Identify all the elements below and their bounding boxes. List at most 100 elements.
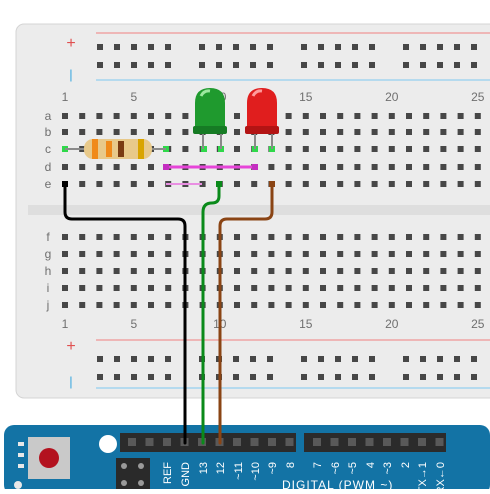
header-pin[interactable] [268, 438, 276, 446]
breadboard-hole[interactable] [423, 181, 430, 187]
breadboard-hole[interactable] [148, 113, 154, 119]
rail-hole[interactable] [250, 44, 256, 50]
breadboard-hole[interactable] [182, 129, 189, 135]
breadboard-hole[interactable] [251, 285, 258, 291]
breadboard-hole[interactable] [165, 285, 172, 291]
breadboard-hole[interactable] [234, 251, 240, 257]
rail-hole[interactable] [301, 62, 307, 68]
breadboard-hole[interactable] [113, 302, 120, 308]
breadboard-hole[interactable] [130, 302, 137, 308]
breadboard-hole[interactable] [354, 164, 361, 170]
rail-hole[interactable] [250, 356, 256, 362]
breadboard-hole[interactable] [113, 164, 120, 170]
breadboard-hole[interactable] [388, 181, 395, 187]
rail-hole[interactable] [114, 44, 120, 50]
rail-hole[interactable] [233, 356, 239, 362]
breadboard-hole[interactable] [96, 268, 103, 274]
header-pin[interactable] [250, 438, 259, 446]
rail-hole[interactable] [114, 62, 120, 68]
breadboard-hole[interactable] [440, 129, 447, 135]
rail-hole[interactable] [301, 44, 307, 50]
breadboard-hole[interactable] [113, 268, 120, 274]
rail-hole[interactable] [437, 62, 443, 68]
breadboard-hole[interactable] [251, 251, 258, 257]
breadboard-hole[interactable] [96, 113, 103, 119]
breadboard-hole[interactable] [423, 302, 430, 308]
rail-hole[interactable] [318, 62, 324, 68]
breadboard-hole[interactable] [337, 181, 344, 187]
breadboard-hole[interactable] [130, 164, 137, 170]
rail-hole[interactable] [267, 356, 273, 362]
breadboard-hole[interactable] [302, 285, 309, 291]
breadboard-hole[interactable] [96, 251, 103, 257]
breadboard-hole[interactable] [79, 164, 86, 170]
breadboard-hole[interactable] [371, 146, 378, 152]
breadboard-hole[interactable] [474, 181, 481, 187]
breadboard-hole[interactable] [423, 164, 430, 170]
breadboard-hole[interactable] [234, 268, 240, 274]
breadboard-hole[interactable] [79, 113, 86, 119]
breadboard-hole[interactable] [354, 268, 361, 274]
breadboard-hole[interactable] [337, 164, 344, 170]
breadboard-hole[interactable] [320, 234, 326, 240]
breadboard-hole[interactable] [182, 113, 189, 119]
breadboard-hole[interactable] [423, 251, 430, 257]
breadboard-hole[interactable] [337, 251, 344, 257]
rail-hole[interactable] [454, 356, 460, 362]
breadboard-hole[interactable] [285, 164, 292, 170]
header-pin[interactable] [348, 438, 356, 446]
breadboard-hole[interactable] [130, 268, 137, 274]
header-pin[interactable] [330, 438, 339, 446]
rail-hole[interactable] [148, 374, 154, 380]
breadboard-hole[interactable] [130, 181, 137, 187]
breadboard-hole[interactable] [423, 146, 430, 152]
header-pin[interactable] [145, 438, 154, 446]
breadboard-hole[interactable] [302, 146, 309, 152]
breadboard-hole[interactable] [251, 234, 258, 240]
breadboard-hole[interactable] [320, 251, 326, 257]
breadboard-hole[interactable] [79, 181, 86, 187]
breadboard-hole[interactable] [371, 251, 378, 257]
breadboard-hole[interactable] [302, 181, 309, 187]
breadboard-hole[interactable] [354, 113, 361, 119]
rail-hole[interactable] [216, 44, 222, 50]
breadboard-hole[interactable] [268, 251, 275, 257]
rail-hole[interactable] [165, 44, 171, 50]
rail-hole[interactable] [369, 356, 375, 362]
breadboard-hole[interactable] [302, 129, 309, 135]
breadboard-hole[interactable] [165, 234, 172, 240]
breadboard-hole[interactable] [423, 113, 430, 119]
rail-hole[interactable] [114, 374, 120, 380]
breadboard-hole[interactable] [337, 129, 344, 135]
breadboard-hole[interactable] [148, 285, 154, 291]
breadboard-hole[interactable] [440, 113, 447, 119]
breadboard-hole[interactable] [148, 181, 154, 187]
breadboard-hole[interactable] [285, 181, 292, 187]
breadboard-hole[interactable] [148, 268, 154, 274]
breadboard-hole[interactable] [165, 113, 172, 119]
breadboard-hole[interactable] [302, 268, 309, 274]
breadboard-hole[interactable] [130, 113, 137, 119]
rail-hole[interactable] [437, 44, 443, 50]
rail-hole[interactable] [301, 374, 307, 380]
breadboard-hole[interactable] [285, 113, 292, 119]
breadboard-hole[interactable] [457, 251, 464, 257]
breadboard-hole[interactable] [337, 285, 344, 291]
breadboard-hole[interactable] [474, 251, 481, 257]
breadboard-hole[interactable] [285, 129, 292, 135]
breadboard-hole[interactable] [440, 181, 447, 187]
breadboard-hole[interactable] [457, 268, 464, 274]
breadboard-hole[interactable] [62, 113, 68, 119]
rail-hole[interactable] [267, 374, 273, 380]
breadboard-hole[interactable] [62, 268, 68, 274]
rail-hole[interactable] [403, 62, 409, 68]
breadboard-hole[interactable] [388, 251, 395, 257]
rail-hole[interactable] [233, 374, 239, 380]
breadboard-hole[interactable] [285, 285, 292, 291]
arduino-board[interactable]: REF GND 13 12 ~11 ~10 ~9 8 7 ~6 ~5 4 ~3 2 TX→1 RX←0 DIG… [4, 425, 490, 494]
breadboard-hole[interactable] [337, 234, 344, 240]
breadboard-hole[interactable] [130, 251, 137, 257]
breadboard-hole[interactable] [406, 181, 412, 187]
breadboard-hole[interactable] [371, 113, 378, 119]
header-pin[interactable] [285, 438, 294, 446]
